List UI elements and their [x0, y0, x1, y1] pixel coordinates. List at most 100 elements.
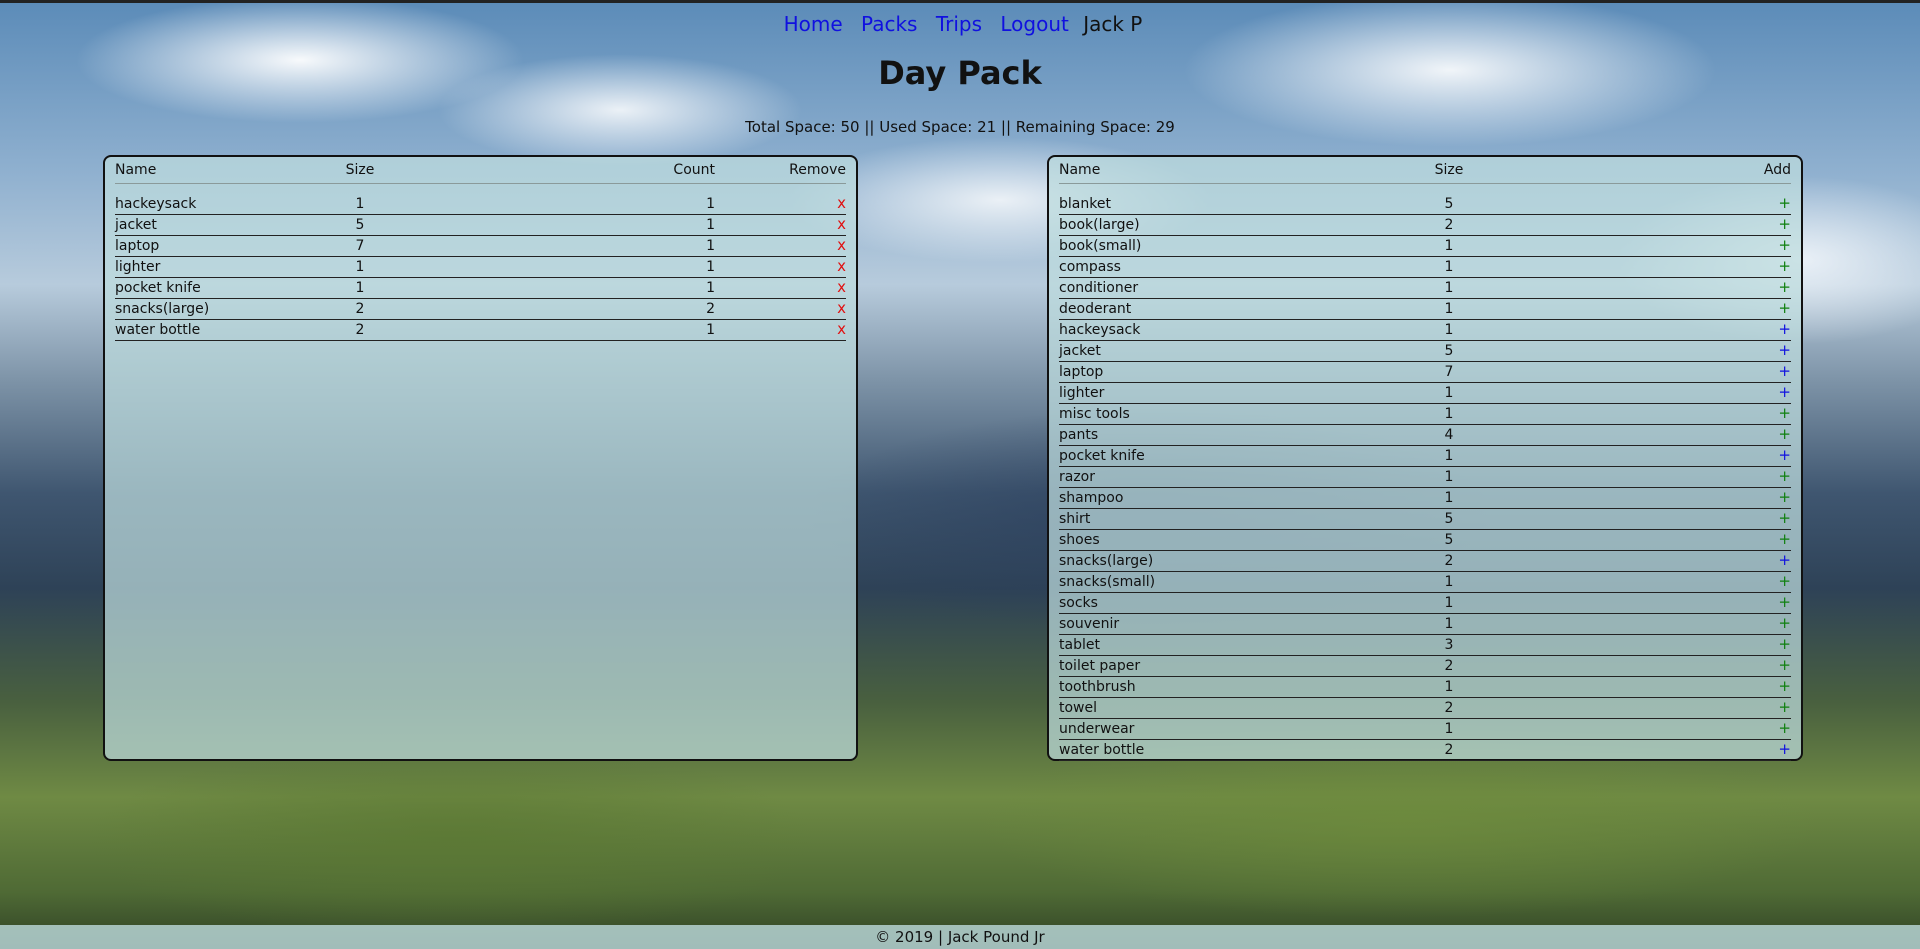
- add-item-button[interactable]: +: [1778, 656, 1791, 674]
- remove-item-button[interactable]: x: [837, 194, 846, 212]
- item-name: book(large): [1059, 214, 1379, 236]
- item-size: 1: [1379, 403, 1519, 425]
- item-size: 1: [1379, 256, 1519, 278]
- add-item-cell: +: [1519, 361, 1791, 383]
- item-name: towel: [1059, 697, 1379, 719]
- item-row: hackeysack 1 +: [1059, 319, 1791, 341]
- remove-item-button[interactable]: x: [837, 299, 846, 317]
- pack-row: lighter 1 1 x: [115, 256, 846, 278]
- add-item-button[interactable]: +: [1778, 404, 1791, 422]
- add-item-button[interactable]: +: [1778, 236, 1791, 254]
- add-item-button[interactable]: +: [1778, 614, 1791, 632]
- current-user-name: Jack P: [1083, 12, 1143, 36]
- add-item-button[interactable]: +: [1778, 425, 1791, 443]
- add-item-button[interactable]: +: [1778, 194, 1791, 212]
- nav-home-link[interactable]: Home: [784, 12, 843, 36]
- add-item-button[interactable]: +: [1778, 677, 1791, 695]
- pack-item-size: 2: [310, 298, 410, 320]
- remove-item-button[interactable]: x: [837, 215, 846, 233]
- item-name: hackeysack: [1059, 319, 1379, 341]
- remove-item-button[interactable]: x: [837, 257, 846, 275]
- item-row: toothbrush 1 +: [1059, 676, 1791, 698]
- add-item-button[interactable]: +: [1778, 551, 1791, 569]
- pack-contents-panel: Name Size Count Remove hackeysack 1 1 x jack…: [103, 155, 858, 761]
- pack-row: snacks(large) 2 2 x: [115, 298, 846, 320]
- add-item-cell: +: [1519, 487, 1791, 509]
- item-name: compass: [1059, 256, 1379, 278]
- add-item-cell: +: [1519, 340, 1791, 362]
- add-item-button[interactable]: +: [1778, 593, 1791, 611]
- item-row: socks 1 +: [1059, 592, 1791, 614]
- add-item-button[interactable]: +: [1778, 719, 1791, 737]
- item-row: compass 1 +: [1059, 256, 1791, 278]
- remove-item-button[interactable]: x: [837, 320, 846, 338]
- add-item-cell: +: [1519, 319, 1791, 341]
- add-item-button[interactable]: +: [1778, 215, 1791, 233]
- pack-item-name: hackeysack: [115, 194, 310, 215]
- item-name: pocket knife: [1059, 445, 1379, 467]
- item-size: 2: [1379, 550, 1519, 572]
- add-item-cell: +: [1519, 634, 1791, 656]
- item-row: deoderant 1 +: [1059, 298, 1791, 320]
- item-name: underwear: [1059, 718, 1379, 740]
- item-name: souvenir: [1059, 613, 1379, 635]
- item-row: shoes 5 +: [1059, 529, 1791, 551]
- add-item-button[interactable]: +: [1778, 698, 1791, 716]
- item-name: pants: [1059, 424, 1379, 446]
- item-name: socks: [1059, 592, 1379, 614]
- item-name: shirt: [1059, 508, 1379, 530]
- top-nav: Home Packs Trips Logout Jack P: [0, 10, 1920, 38]
- add-item-cell: +: [1519, 445, 1791, 467]
- item-row: conditioner 1 +: [1059, 277, 1791, 299]
- add-item-button[interactable]: +: [1778, 383, 1791, 401]
- spacer-cell: [115, 184, 846, 195]
- item-row: laptop 7 +: [1059, 361, 1791, 383]
- add-item-cell: +: [1519, 613, 1791, 635]
- add-item-button[interactable]: +: [1778, 635, 1791, 653]
- add-item-button[interactable]: +: [1778, 257, 1791, 275]
- item-size: 2: [1379, 655, 1519, 677]
- nav-logout-link[interactable]: Logout: [1000, 12, 1068, 36]
- add-item-cell: +: [1519, 529, 1791, 551]
- add-item-button[interactable]: +: [1778, 362, 1791, 380]
- add-item-button[interactable]: +: [1778, 530, 1791, 548]
- item-row: snacks(small) 1 +: [1059, 571, 1791, 593]
- remove-item-button[interactable]: x: [837, 278, 846, 296]
- spacer-cell: [1059, 184, 1791, 195]
- item-row: shirt 5 +: [1059, 508, 1791, 530]
- remove-item-button[interactable]: x: [837, 236, 846, 254]
- item-row: razor 1 +: [1059, 466, 1791, 488]
- table-spacer: [1059, 184, 1791, 195]
- add-item-cell: +: [1519, 508, 1791, 530]
- add-item-button[interactable]: +: [1778, 488, 1791, 506]
- pack-item-count: 2: [410, 298, 715, 320]
- pack-item-size: 7: [310, 235, 410, 257]
- nav-trips-link[interactable]: Trips: [936, 12, 982, 36]
- add-item-button[interactable]: +: [1778, 740, 1791, 758]
- add-item-cell: +: [1519, 676, 1791, 698]
- page-title: Day Pack: [878, 54, 1042, 92]
- add-item-cell: +: [1519, 466, 1791, 488]
- item-name: snacks(large): [1059, 550, 1379, 572]
- remove-item-cell: x: [715, 194, 846, 215]
- add-item-button[interactable]: +: [1778, 572, 1791, 590]
- item-size: 1: [1379, 676, 1519, 698]
- add-item-button[interactable]: +: [1778, 509, 1791, 527]
- nav-packs-link[interactable]: Packs: [861, 12, 917, 36]
- add-item-button[interactable]: +: [1778, 341, 1791, 359]
- pack-item-name: snacks(large): [115, 298, 310, 320]
- add-item-button[interactable]: +: [1778, 278, 1791, 296]
- item-name: jacket: [1059, 340, 1379, 362]
- item-size: 1: [1379, 319, 1519, 341]
- item-size: 1: [1379, 277, 1519, 299]
- pack-item-size: 1: [310, 194, 410, 215]
- add-item-button[interactable]: +: [1778, 299, 1791, 317]
- remove-item-cell: x: [715, 235, 846, 257]
- item-name: book(small): [1059, 235, 1379, 257]
- footer-copyright: © 2019 | Jack Pound Jr: [875, 928, 1045, 946]
- add-item-button[interactable]: +: [1778, 446, 1791, 464]
- add-item-button[interactable]: +: [1778, 320, 1791, 338]
- item-size: 1: [1379, 466, 1519, 488]
- item-size: 2: [1379, 739, 1519, 761]
- add-item-button[interactable]: +: [1778, 467, 1791, 485]
